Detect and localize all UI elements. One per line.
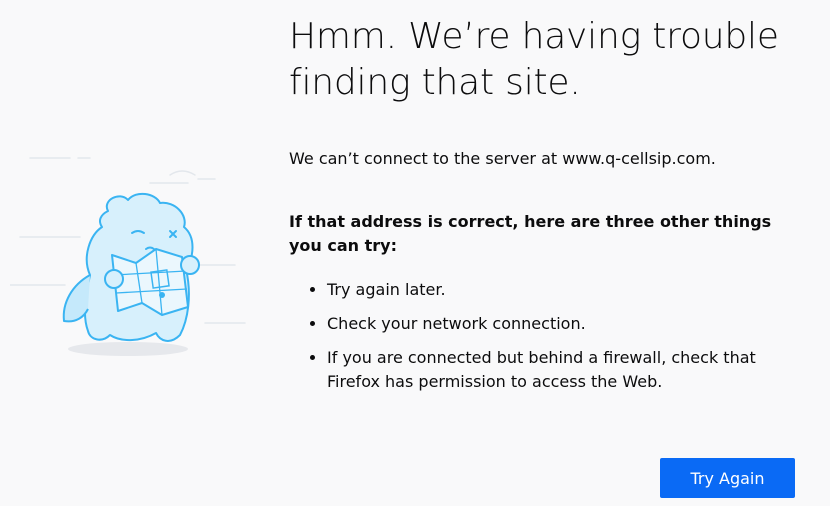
page-title: Hmm. We’re having trouble finding that s… xyxy=(289,16,779,103)
suggestion-item: Check your network connection. xyxy=(327,312,807,336)
suggestion-item: If you are connected but behind a firewa… xyxy=(327,346,807,394)
suggestions-list: Try again later. Check your network conn… xyxy=(289,278,807,404)
suggestion-item: Try again later. xyxy=(327,278,807,302)
error-short-description: We can’t connect to the server at www.q-… xyxy=(289,149,716,168)
suggestions-heading: If that address is correct, here are thr… xyxy=(289,212,772,255)
lost-creature-illustration-icon xyxy=(9,145,255,370)
try-again-button[interactable]: Try Again xyxy=(660,458,795,498)
error-content: Hmm. We’re having trouble finding that s… xyxy=(289,14,809,391)
